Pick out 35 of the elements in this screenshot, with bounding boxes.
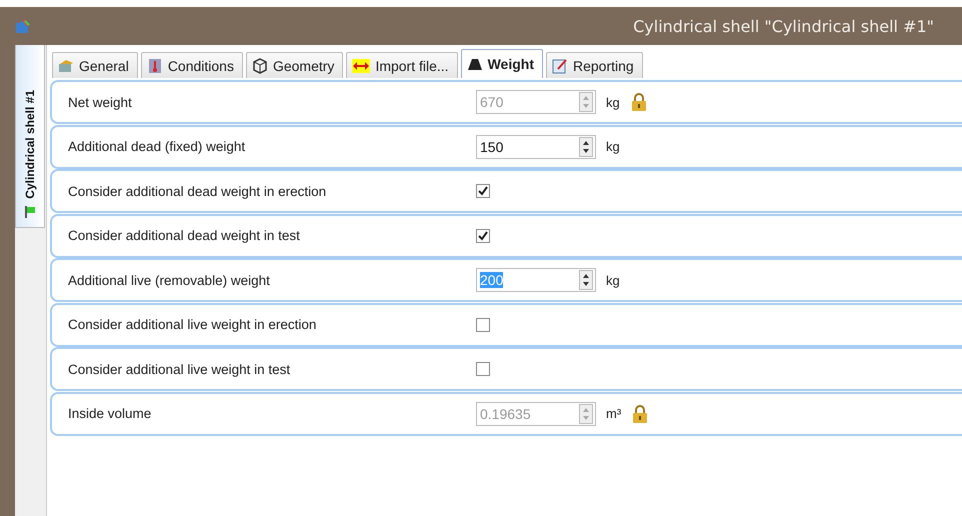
window-title: Cylindrical shell "Cylindrical shell #1" xyxy=(633,16,934,36)
toolbox-icon xyxy=(58,58,74,74)
spinner-icon[interactable] xyxy=(579,136,593,156)
checkbox[interactable] xyxy=(476,318,490,332)
tab[interactable]: General xyxy=(52,52,138,78)
property-label: Inside volume xyxy=(67,406,152,421)
property-label: Consider additional dead weight in erection xyxy=(67,184,328,198)
thermometer-icon xyxy=(146,58,163,74)
checkbox[interactable] xyxy=(476,362,490,376)
property-label: Consider additional live weight in test xyxy=(67,362,292,376)
spinner-icon[interactable] xyxy=(579,270,593,290)
report-icon xyxy=(552,58,568,74)
property-label: Net weight xyxy=(67,94,133,110)
tab[interactable]: Weight xyxy=(460,49,543,78)
tab[interactable]: Import file... xyxy=(346,52,458,78)
cube-icon xyxy=(252,58,268,74)
side-tab[interactable]: Cylindrical shell #1 xyxy=(15,45,45,228)
property-label: Consider additional live weight in erection xyxy=(67,317,318,332)
weight-icon xyxy=(466,56,483,72)
unit-label: kg xyxy=(606,272,620,288)
property-label: Additional live (removable) weight xyxy=(67,272,271,288)
property-label: Consider additional dead weight in test xyxy=(67,228,301,243)
tab[interactable]: Geometry xyxy=(246,52,344,78)
checkbox[interactable] xyxy=(476,228,490,242)
unit-label: kg xyxy=(606,139,620,154)
flag-icon xyxy=(23,205,37,219)
arrows-icon xyxy=(352,58,370,72)
number-field[interactable]: 150 xyxy=(476,134,596,158)
unit-label: kg xyxy=(606,94,620,110)
property-label: Additional dead (fixed) weight xyxy=(67,139,246,154)
unit-label: m³ xyxy=(606,406,622,421)
puzzle-icon xyxy=(14,17,32,35)
tab[interactable]: Reporting xyxy=(546,52,643,78)
checkbox[interactable] xyxy=(476,184,490,198)
tab[interactable]: Conditions xyxy=(140,52,243,78)
